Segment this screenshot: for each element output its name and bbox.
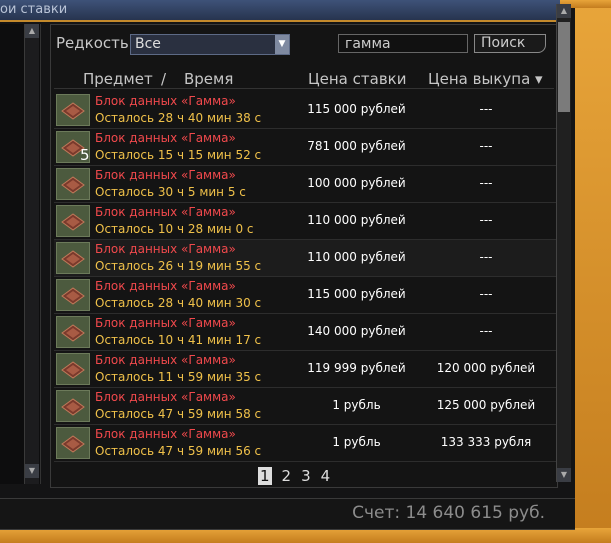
item-name: Блок данных «Гамма» — [95, 427, 236, 441]
bid-price: 110 000 рублей — [307, 250, 406, 264]
bid-price: 115 000 рублей — [307, 287, 406, 301]
table-row[interactable]: Блок данных «Гамма» Осталось 15 ч 15 мин … — [54, 129, 556, 166]
item-name: Блок данных «Гамма» — [95, 316, 236, 330]
column-header-bid[interactable]: Цена ставки — [308, 70, 406, 88]
time-remaining: Осталось 26 ч 19 мин 55 с — [95, 259, 262, 273]
bid-price: 100 000 рублей — [307, 176, 406, 190]
item-name: Блок данных «Гамма» — [95, 168, 236, 182]
item-name: Блок данных «Гамма» — [95, 131, 236, 145]
rarity-label: Редкость — [56, 34, 129, 52]
page-3[interactable]: 3 — [301, 467, 311, 485]
window-title-bar: ои ставки — [0, 0, 560, 22]
item-name: Блок данных «Гамма» — [95, 205, 236, 219]
item-name: Блок данных «Гамма» — [95, 242, 236, 256]
table-row[interactable]: Блок данных «Гамма» Осталось 47 ч 59 мин … — [54, 388, 556, 425]
item-name: Блок данных «Гамма» — [95, 390, 236, 404]
dropdown-arrow-icon[interactable]: ▼ — [275, 35, 289, 54]
bid-price: 1 рубль — [332, 398, 381, 412]
bid-price: 140 000 рублей — [307, 324, 406, 338]
time-remaining: Осталось 11 ч 59 мин 35 с — [95, 370, 262, 384]
column-header-time[interactable]: Время — [184, 70, 233, 88]
buyout-price: 133 333 рубля — [440, 435, 532, 449]
pagination: 1234 — [258, 466, 340, 485]
frame-border-bottom — [0, 528, 611, 543]
bid-price: 110 000 рублей — [307, 213, 406, 227]
rarity-selected-value: Все — [135, 36, 161, 52]
right-scrollbar[interactable]: ▲ ▼ — [556, 4, 571, 482]
buyout-price: --- — [479, 250, 493, 264]
page-4[interactable]: 4 — [321, 467, 331, 485]
column-header-buyout[interactable]: Цена выкупа ▾ — [428, 70, 543, 88]
table-row[interactable]: Блок данных «Гамма» Осталось 28 ч 40 мин … — [54, 277, 556, 314]
scrollbar-thumb[interactable] — [558, 22, 570, 112]
scroll-up-icon[interactable]: ▲ — [25, 24, 39, 38]
buyout-price: --- — [479, 287, 493, 301]
table-row[interactable]: Блок данных «Гамма» Осталось 30 ч 5 мин 5… — [54, 166, 556, 203]
table-row[interactable]: Блок данных «Гамма» Осталось 28 ч 40 мин … — [54, 92, 556, 129]
time-remaining: Осталось 28 ч 40 мин 38 с — [95, 111, 262, 125]
search-button[interactable]: Поиск — [474, 34, 546, 53]
table-row[interactable]: Блок данных «Гамма» Осталось 10 ч 28 мин … — [54, 203, 556, 240]
data-block-icon[interactable] — [56, 427, 90, 459]
data-block-icon[interactable] — [56, 168, 90, 200]
table-row[interactable]: Блок данных «Гамма» Осталось 47 ч 59 мин … — [54, 425, 556, 462]
time-remaining: Осталось 47 ч 59 мин 56 с — [95, 444, 262, 458]
frame-border-right — [575, 0, 611, 543]
data-block-icon[interactable] — [56, 279, 90, 311]
buyout-price: 125 000 рублей — [436, 398, 536, 412]
data-block-icon[interactable] — [56, 205, 90, 237]
rarity-select[interactable]: Все ▼ — [130, 34, 290, 55]
window-title: ои ставки — [0, 2, 68, 17]
stack-count-badge: 5 — [80, 146, 90, 164]
scroll-down-icon[interactable]: ▼ — [25, 464, 39, 478]
account-balance: Счет: 14 640 615 руб. — [352, 503, 545, 523]
table-row[interactable]: Блок данных «Гамма» Осталось 11 ч 59 мин … — [54, 351, 556, 388]
buyout-price: --- — [479, 139, 493, 153]
footer-bar: Счет: 14 640 615 руб. — [0, 498, 575, 530]
bid-price: 119 999 рублей — [307, 361, 406, 375]
time-remaining: Осталось 15 ч 15 мин 52 с — [95, 148, 262, 162]
scroll-down-icon[interactable]: ▼ — [557, 468, 571, 482]
buyout-price: --- — [479, 213, 493, 227]
bid-price: 115 000 рублей — [307, 102, 406, 116]
time-remaining: Осталось 10 ч 41 мин 17 с — [95, 333, 262, 347]
column-header-item[interactable]: Предмет — [83, 70, 153, 88]
left-scrollbar[interactable]: ▲ ▼ — [24, 24, 39, 484]
buyout-price: --- — [479, 176, 493, 190]
table-row[interactable]: Блок данных «Гамма» Осталось 10 ч 41 мин … — [54, 314, 556, 351]
search-input[interactable] — [338, 34, 468, 53]
buyout-price: --- — [479, 102, 493, 116]
data-block-icon[interactable] — [56, 390, 90, 422]
time-remaining: Осталось 47 ч 59 мин 58 с — [95, 407, 262, 421]
bid-price: 781 000 рублей — [307, 139, 406, 153]
item-name: Блок данных «Гамма» — [95, 353, 236, 367]
data-block-icon[interactable] — [56, 242, 90, 274]
data-block-icon[interactable] — [56, 94, 90, 126]
time-remaining: Осталось 28 ч 40 мин 30 с — [95, 296, 262, 310]
page-2[interactable]: 2 — [282, 467, 292, 485]
buyout-price: 120 000 рублей — [436, 361, 536, 375]
table-row[interactable]: Блок данных «Гамма» Осталось 26 ч 19 мин … — [54, 240, 556, 277]
column-header-separator: / — [161, 70, 167, 88]
item-name: Блок данных «Гамма» — [95, 279, 236, 293]
header-divider — [54, 88, 554, 89]
time-remaining: Осталось 30 ч 5 мин 5 с — [95, 185, 246, 199]
buyout-price: --- — [479, 324, 493, 338]
time-remaining: Осталось 10 ч 28 мин 0 с — [95, 222, 254, 236]
scroll-up-icon[interactable]: ▲ — [557, 4, 571, 18]
bid-price: 1 рубль — [332, 435, 381, 449]
data-block-icon[interactable] — [56, 316, 90, 348]
page-1[interactable]: 1 — [258, 467, 272, 485]
data-block-icon[interactable] — [56, 353, 90, 385]
item-name: Блок данных «Гамма» — [95, 94, 236, 108]
